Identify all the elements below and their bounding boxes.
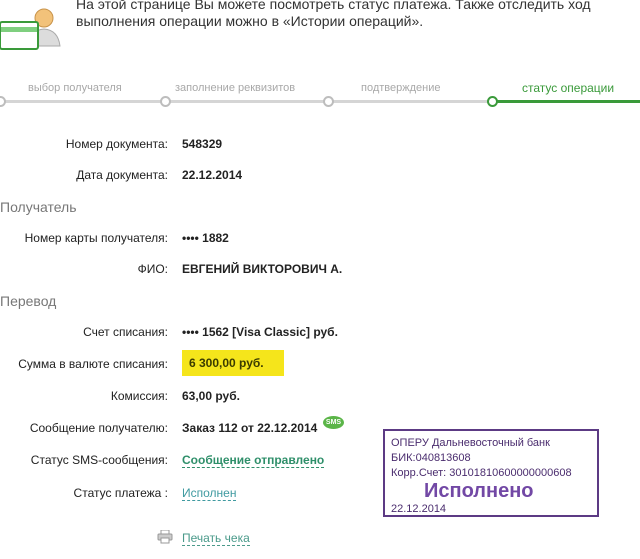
intro-text: На этой странице Вы можете посмотреть ст… <box>76 0 636 30</box>
amount-value: 6 300,00 руб. <box>189 356 264 370</box>
document-number-label: Номер документа: <box>65 137 168 151</box>
amount-highlight: 6 300,00 руб. <box>182 350 284 376</box>
document-date-label: Дата документа: <box>76 168 168 182</box>
recipient-name-value: ЕВГЕНИЙ ВИКТОРОВИЧ А. <box>182 262 343 276</box>
progress-track <box>0 100 492 103</box>
message-value: Заказ 112 от 22.12.2014 <box>182 421 318 435</box>
printer-icon[interactable] <box>157 529 173 549</box>
stamp-date: 22.12.2014 <box>391 503 447 515</box>
sms-icon: SMS <box>323 416 344 429</box>
recipient-name-label: ФИО: <box>137 262 168 276</box>
step-fill-details: заполнение реквизитов <box>175 82 296 94</box>
recipient-card-value: •••• 1882 <box>182 231 229 245</box>
progress-track-active <box>492 100 640 103</box>
step-select-recipient: выбор получателя <box>28 82 122 94</box>
intro-line-2-text: выполнения операции можно в «Истории опе… <box>76 13 424 29</box>
amount-label: Сумма в валюте списания: <box>18 357 168 371</box>
sms-status-label: Статус SMS-сообщения: <box>30 453 168 467</box>
fee-value: 63,00 руб. <box>182 389 240 403</box>
step-dot-4 <box>487 96 498 107</box>
stamp-status: Исполнено <box>424 480 534 502</box>
payment-status-link[interactable]: Исполнен <box>182 486 237 501</box>
bank-stamp: ОПЕРУ Дальневосточный банк БИК:040813608… <box>383 429 599 517</box>
step-dot-3 <box>323 96 334 107</box>
recipient-card-label: Номер карты получателя: <box>24 231 168 245</box>
debit-account-label: Счет списания: <box>83 325 168 339</box>
recipient-section-title: Получатель <box>0 199 77 215</box>
step-operation-status: статус операции <box>522 81 615 95</box>
payment-status-label: Статус платежа : <box>73 486 168 500</box>
step-dot-1 <box>0 96 6 107</box>
document-date-value: 22.12.2014 <box>182 168 243 182</box>
print-receipt-label[interactable]: Печать чека <box>182 531 250 546</box>
step-confirmation: подтверждение <box>361 82 441 94</box>
sms-status-link[interactable]: Сообщение отправлено <box>182 453 325 468</box>
stamp-corr-account: Корр.Счет: 30101810600000000608 <box>391 467 572 479</box>
payment-status-value[interactable]: Исполнен <box>182 486 237 501</box>
print-receipt-button[interactable]: Печать чека <box>182 531 250 546</box>
message-label: Сообщение получателю: <box>29 421 168 435</box>
stamp-bik: БИК:040813608 <box>391 452 471 464</box>
sms-status-value[interactable]: Сообщение отправлено <box>182 453 325 468</box>
intro-line-2: выполнения операции можно в «Истории опе… <box>76 13 636 30</box>
user-card-icon <box>0 0 64 52</box>
debit-account-value: •••• 1562 [Visa Classic] руб. <box>182 325 338 339</box>
document-number-value: 548329 <box>182 137 223 151</box>
stamp-bank-name: ОПЕРУ Дальневосточный банк <box>391 437 550 449</box>
step-dot-2 <box>160 96 171 107</box>
intro-line-1: На этой странице Вы можете посмотреть ст… <box>76 0 591 12</box>
fee-label: Комиссия: <box>110 389 168 403</box>
transfer-section-title: Перевод <box>0 293 57 309</box>
